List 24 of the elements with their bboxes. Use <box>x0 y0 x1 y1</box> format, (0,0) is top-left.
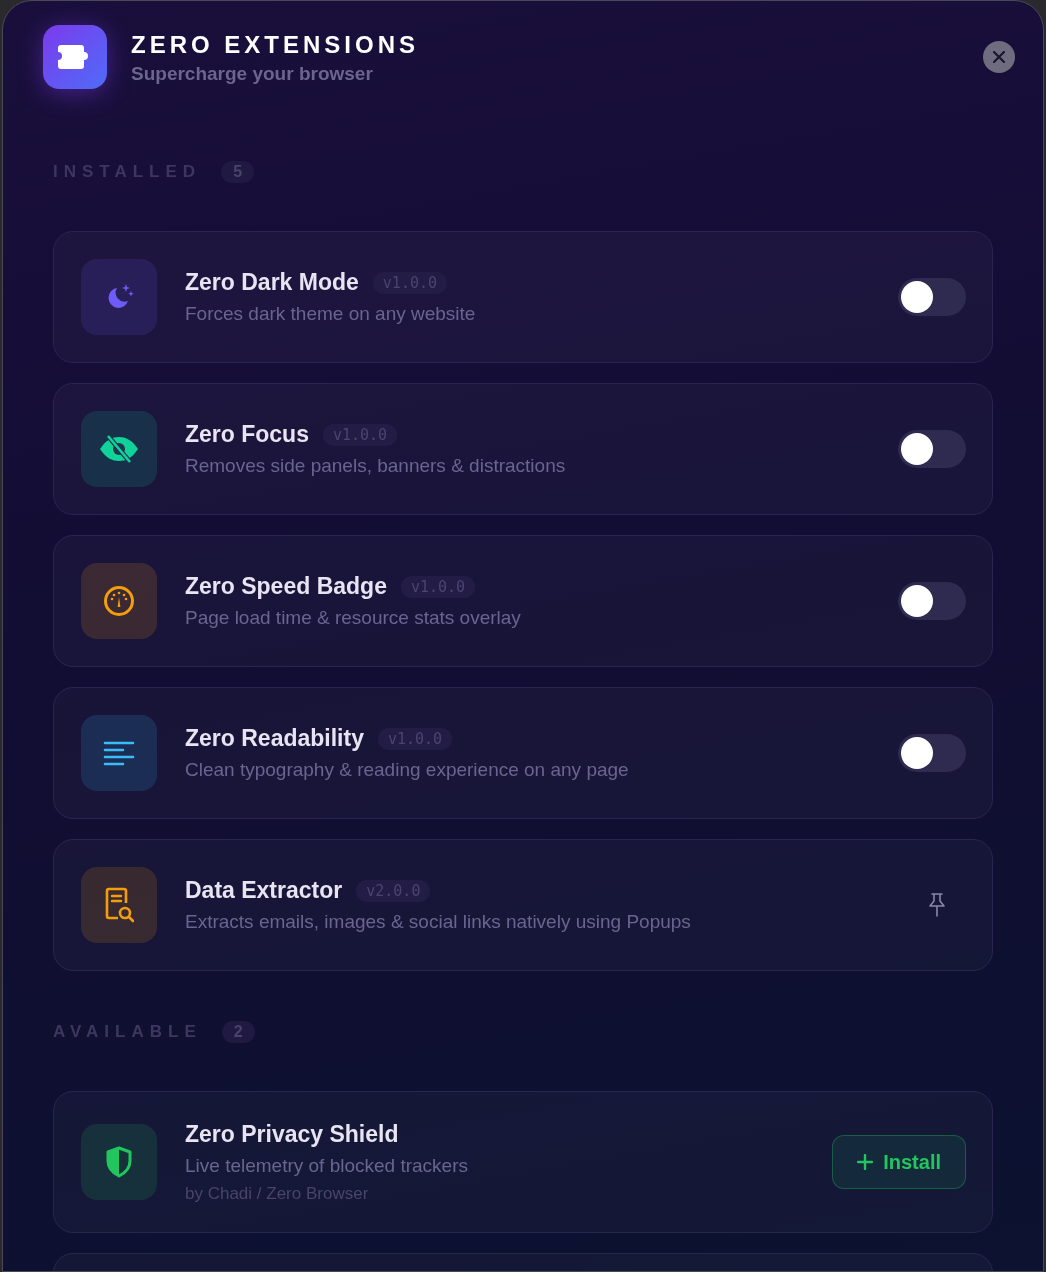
close-icon <box>993 51 1005 63</box>
extension-description: Forces dark theme on any website <box>185 303 476 325</box>
close-button[interactable] <box>983 41 1015 73</box>
extension-description: Page load time & resource stats overlay <box>185 607 521 629</box>
toggle-switch[interactable] <box>898 278 966 316</box>
extension-name: Data Extractor <box>185 877 343 904</box>
extension-description: Live telemetry of blocked trackers <box>185 1154 468 1177</box>
pin-icon[interactable] <box>928 892 946 918</box>
toggle-switch[interactable] <box>898 734 966 772</box>
extension-name: Zero Privacy Shield <box>185 1120 400 1148</box>
install-button[interactable]: Install <box>832 1135 966 1189</box>
extension-description: Extracts emails, images & social links natively using Popups <box>185 911 691 933</box>
toggle-switch[interactable] <box>898 430 966 468</box>
extension-name: Zero Readability <box>185 725 364 752</box>
extension-name: Zero Dark Mode <box>185 269 359 296</box>
app-title: ZERO EXTENSIONS <box>131 31 420 59</box>
extension-name: Zero Speed Badge <box>185 573 387 600</box>
plus-icon <box>857 1154 874 1170</box>
app-subtitle: Supercharge your browser <box>131 63 374 85</box>
extension-name: Zero Focus <box>185 421 309 448</box>
extension-description: Removes side panels, banners & distractions <box>185 455 566 477</box>
puzzle-icon <box>43 25 107 89</box>
toggle-switch[interactable] <box>898 582 966 620</box>
extension-description: Clean typography & reading experience on any page <box>185 759 629 781</box>
